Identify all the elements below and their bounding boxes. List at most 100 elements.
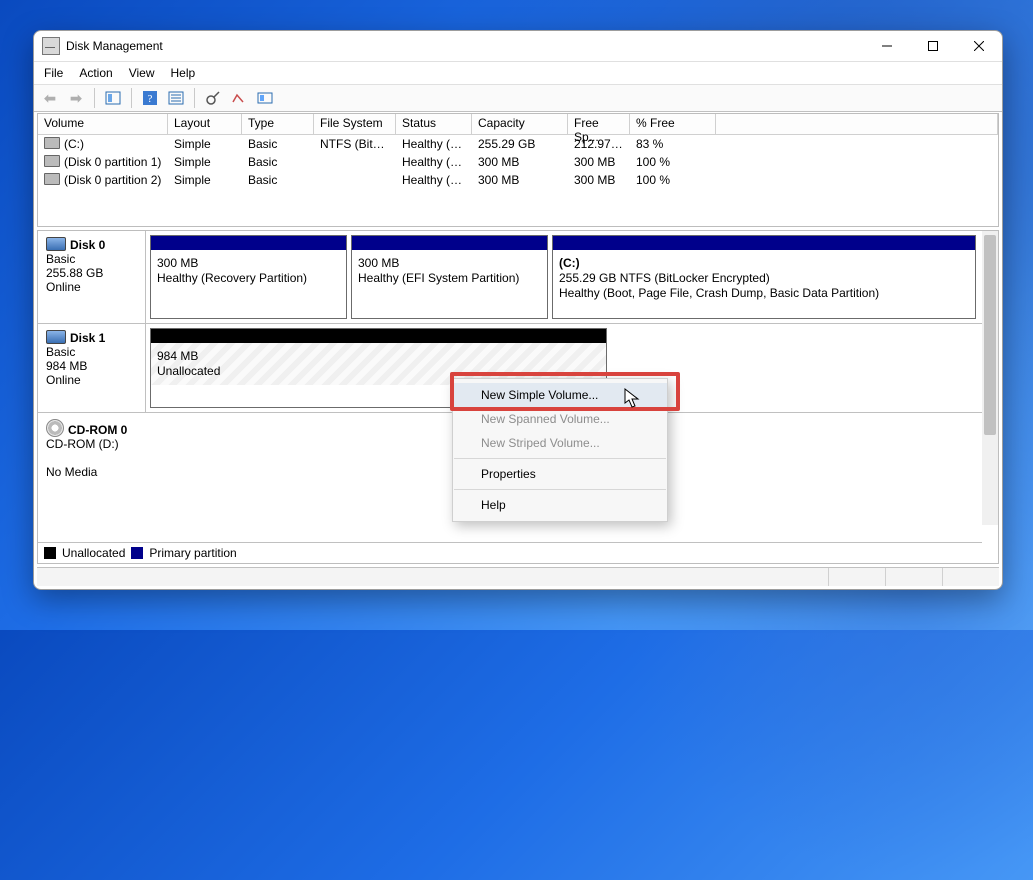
cell-percent-free: 100 %: [630, 173, 716, 187]
partition-c-drive[interactable]: (C:) 255.29 GB NTFS (BitLocker Encrypted…: [552, 235, 976, 319]
partition-status: Healthy (Boot, Page File, Crash Dump, Ba…: [559, 286, 879, 300]
status-bar: [37, 567, 999, 586]
statusbar-segment: [942, 568, 999, 586]
partition-size: 984 MB: [157, 349, 600, 364]
more-actions-button[interactable]: [253, 86, 277, 110]
col-percent-free[interactable]: % Free: [630, 114, 716, 134]
hard-disk-icon: [46, 237, 66, 251]
col-volume[interactable]: Volume: [38, 114, 168, 134]
cell-capacity: 255.29 GB: [472, 137, 568, 151]
partition-recovery[interactable]: 300 MB Healthy (Recovery Partition): [150, 235, 347, 319]
cell-capacity: 300 MB: [472, 173, 568, 187]
minimize-button[interactable]: [864, 31, 910, 61]
statusbar-segment: [828, 568, 885, 586]
disk-type: Basic: [46, 345, 75, 359]
refresh-button[interactable]: [201, 86, 225, 110]
disk-label[interactable]: Disk 0 Basic 255.88 GB Online: [38, 231, 146, 323]
disk-name: Disk 1: [70, 331, 105, 345]
menu-bar: File Action View Help: [34, 62, 1002, 85]
disk-size: 984 MB: [46, 359, 87, 373]
legend-label-unallocated: Unallocated: [62, 546, 125, 560]
cell-free: 300 MB: [568, 173, 630, 187]
close-button[interactable]: [956, 31, 1002, 61]
volume-list-header: Volume Layout Type File System Status Ca…: [38, 114, 998, 135]
cell-capacity: 300 MB: [472, 155, 568, 169]
menu-view[interactable]: View: [129, 66, 155, 80]
partition-efi[interactable]: 300 MB Healthy (EFI System Partition): [351, 235, 548, 319]
legend-label-primary: Primary partition: [149, 546, 236, 560]
partition-size: 300 MB: [157, 256, 340, 271]
disk-type: Basic: [46, 252, 75, 266]
action-list-button[interactable]: [164, 86, 188, 110]
cdrom-drive: CD-ROM (D:): [46, 437, 119, 451]
window-title: Disk Management: [66, 39, 163, 53]
app-icon: [42, 37, 60, 55]
col-status[interactable]: Status: [396, 114, 472, 134]
col-capacity[interactable]: Capacity: [472, 114, 568, 134]
menu-item-new-spanned-volume: New Spanned Volume...: [453, 407, 667, 431]
table-row[interactable]: (Disk 0 partition 2) Simple Basic Health…: [38, 171, 998, 189]
menu-help[interactable]: Help: [171, 66, 196, 80]
volume-name: (Disk 0 partition 2): [64, 173, 161, 187]
menu-file[interactable]: File: [44, 66, 63, 80]
volume-icon: [44, 155, 60, 167]
vertical-scrollbar[interactable]: [982, 231, 998, 525]
disk-name: CD-ROM 0: [68, 423, 127, 437]
volume-name: (Disk 0 partition 1): [64, 155, 161, 169]
maximize-button[interactable]: [910, 31, 956, 61]
legend: Unallocated Primary partition: [38, 542, 982, 563]
title-bar[interactable]: Disk Management: [34, 31, 1002, 62]
cell-type: Basic: [242, 155, 314, 169]
cdrom-state: No Media: [46, 465, 97, 479]
volume-list[interactable]: Volume Layout Type File System Status Ca…: [37, 113, 999, 227]
disk-label[interactable]: Disk 1 Basic 984 MB Online: [38, 324, 146, 412]
partition-label: (C:): [559, 256, 580, 270]
scrollbar-thumb[interactable]: [984, 235, 996, 435]
forward-button[interactable]: ➡: [64, 86, 88, 110]
toolbar: ⬅ ➡ ?: [34, 85, 1002, 112]
col-layout[interactable]: Layout: [168, 114, 242, 134]
cdrom-icon: [46, 419, 64, 437]
cell-layout: Simple: [168, 137, 242, 151]
table-row[interactable]: (Disk 0 partition 1) Simple Basic Health…: [38, 153, 998, 171]
settings-button[interactable]: [227, 86, 251, 110]
table-row[interactable]: (C:) Simple Basic NTFS (BitLo... Healthy…: [38, 135, 998, 153]
partition-size: 300 MB: [358, 256, 541, 271]
menu-item-new-simple-volume[interactable]: New Simple Volume...: [453, 383, 667, 407]
cell-status: Healthy (B...: [396, 137, 472, 151]
col-filesystem[interactable]: File System: [314, 114, 396, 134]
volume-icon: [44, 137, 60, 149]
back-button[interactable]: ⬅: [38, 86, 62, 110]
menu-item-new-striped-volume: New Striped Volume...: [453, 431, 667, 455]
disk-name: Disk 0: [70, 238, 105, 252]
col-free-space[interactable]: Free Sp: [568, 114, 630, 134]
cell-layout: Simple: [168, 155, 242, 169]
cell-status: Healthy (E...: [396, 173, 472, 187]
col-spacer: [716, 114, 998, 134]
cell-free: 212.97 GB: [568, 137, 630, 151]
cell-fs: NTFS (BitLo...: [314, 137, 396, 151]
hard-disk-icon: [46, 330, 66, 344]
menu-item-properties[interactable]: Properties: [453, 462, 667, 486]
legend-swatch-primary: [131, 547, 143, 559]
cell-status: Healthy (R...: [396, 155, 472, 169]
cell-type: Basic: [242, 137, 314, 151]
volume-name: (C:): [64, 137, 84, 151]
disk-state: Online: [46, 373, 81, 387]
disk-row-disk0: Disk 0 Basic 255.88 GB Online 300 MB Hea…: [38, 231, 982, 324]
menu-action[interactable]: Action: [79, 66, 112, 80]
col-type[interactable]: Type: [242, 114, 314, 134]
show-hide-console-tree-button[interactable]: [101, 86, 125, 110]
disk-size: 255.88 GB: [46, 266, 103, 280]
partition-size-fs: 255.29 GB NTFS (BitLocker Encrypted): [559, 271, 770, 285]
menu-item-help[interactable]: Help: [453, 493, 667, 517]
svg-text:?: ?: [148, 93, 153, 105]
context-menu: New Simple Volume... New Spanned Volume.…: [452, 378, 668, 522]
partition-status: Healthy (Recovery Partition): [157, 271, 340, 286]
cell-percent-free: 83 %: [630, 137, 716, 151]
cell-type: Basic: [242, 173, 314, 187]
help-button[interactable]: ?: [138, 86, 162, 110]
partition-status: Healthy (EFI System Partition): [358, 271, 541, 286]
volume-icon: [44, 173, 60, 185]
legend-swatch-unallocated: [44, 547, 56, 559]
